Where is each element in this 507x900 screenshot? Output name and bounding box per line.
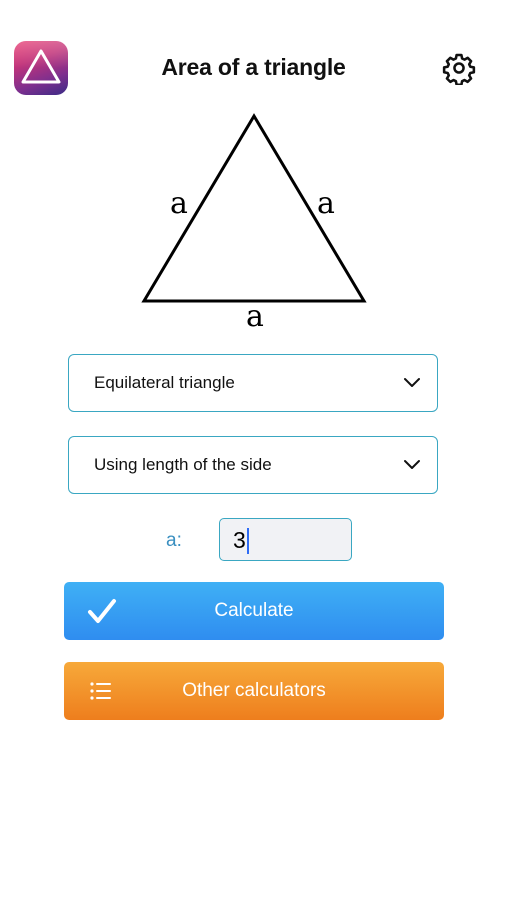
side-label-bottom: a	[246, 299, 264, 334]
text-caret	[247, 528, 249, 554]
triangle-type-select[interactable]: Equilateral triangle	[68, 354, 438, 412]
side-label-right: a	[317, 186, 335, 221]
chevron-down-icon	[404, 378, 420, 387]
gear-icon	[442, 53, 476, 86]
calculate-button[interactable]: Calculate	[64, 582, 444, 640]
triangle-type-value: Equilateral triangle	[94, 373, 235, 392]
method-select[interactable]: Using length of the side	[68, 436, 438, 494]
side-label-left: a	[170, 186, 188, 221]
method-value: Using length of the side	[94, 455, 272, 474]
other-calculators-button[interactable]: Other calculators	[64, 662, 444, 720]
side-a-value: 3	[233, 527, 246, 553]
side-a-label: a:	[166, 530, 182, 551]
page-title: Area of a triangle	[161, 54, 346, 80]
settings-button[interactable]	[442, 51, 476, 86]
chevron-down-icon	[404, 460, 420, 469]
side-a-input[interactable]: 3	[219, 518, 352, 561]
other-calculators-label: Other calculators	[182, 680, 326, 701]
list-icon	[88, 662, 114, 720]
triangle-diagram: a a a	[141, 113, 367, 334]
checkmark-icon	[86, 582, 118, 640]
calculate-label: Calculate	[214, 600, 294, 621]
